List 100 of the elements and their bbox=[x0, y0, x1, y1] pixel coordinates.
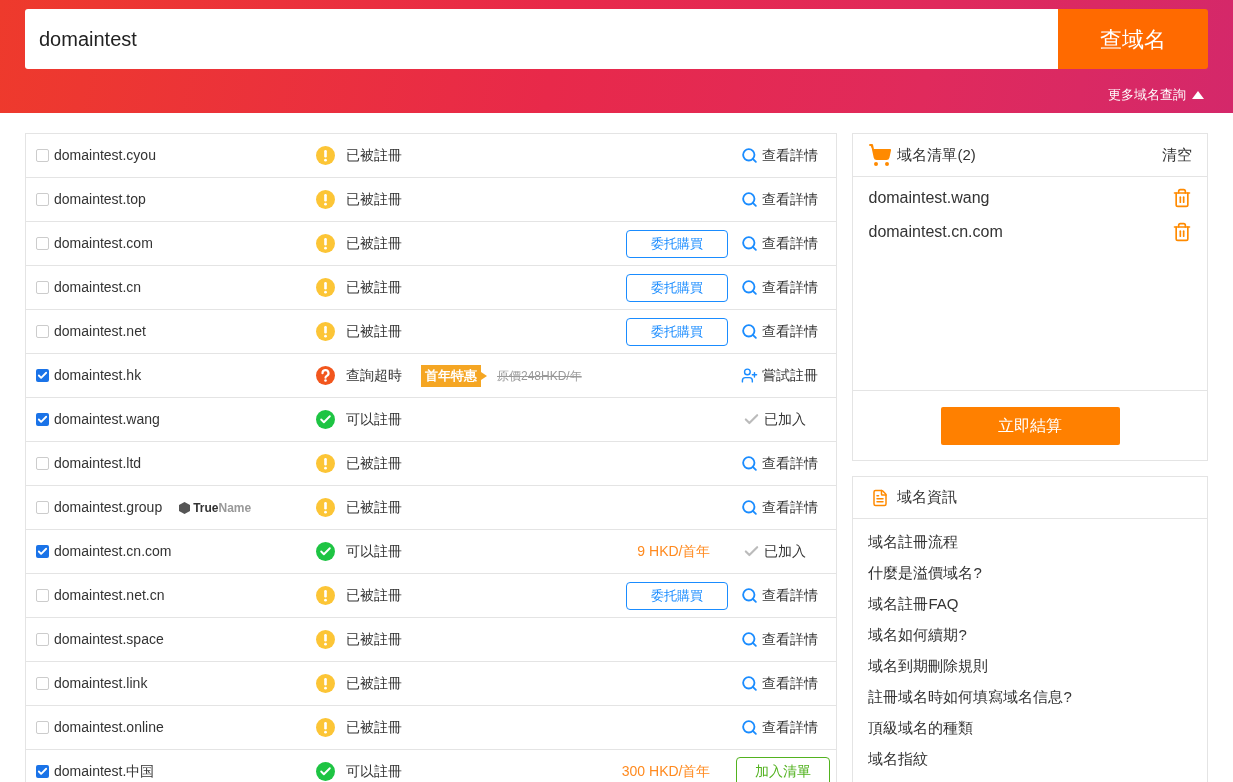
original-price: 原價248HKD/年 bbox=[497, 367, 582, 385]
checkbox[interactable] bbox=[36, 721, 49, 734]
cart-icon bbox=[868, 143, 893, 167]
checkbox[interactable] bbox=[36, 457, 49, 470]
warning-icon bbox=[316, 498, 335, 517]
search-icon bbox=[741, 499, 759, 516]
view-details-link[interactable]: 查看詳情 bbox=[762, 497, 819, 518]
hexagon-icon bbox=[179, 501, 191, 514]
checkbox[interactable] bbox=[36, 501, 49, 514]
cart-domain: domaintest.wang bbox=[868, 188, 990, 208]
view-details-link[interactable]: 查看詳情 bbox=[762, 277, 819, 298]
warning-icon bbox=[316, 674, 335, 693]
status-text: 已被註冊 bbox=[346, 234, 402, 253]
cart-domain: domaintest.cn.com bbox=[868, 222, 1003, 242]
search-field[interactable]: domaintest bbox=[25, 9, 1058, 69]
more-search-link[interactable]: 更多域名查詢 bbox=[1108, 85, 1204, 105]
search-icon bbox=[741, 587, 759, 604]
price: 9 HKD/首年 bbox=[637, 542, 711, 561]
status-text: 可以註冊 bbox=[346, 542, 402, 561]
info-link[interactable]: 頂級域名的種類 bbox=[868, 713, 1192, 744]
domain-name: domaintest.hk bbox=[54, 366, 142, 385]
warning-icon bbox=[316, 586, 335, 605]
view-details-link[interactable]: 查看詳情 bbox=[762, 629, 819, 650]
view-details-link[interactable]: 查看詳情 bbox=[762, 189, 819, 210]
info-link[interactable]: 域名如何續期? bbox=[868, 620, 1192, 651]
search-icon bbox=[741, 279, 759, 296]
price: 300 HKD/首年 bbox=[621, 762, 711, 781]
domain-name: domaintest.top bbox=[54, 190, 146, 209]
checkbox[interactable] bbox=[36, 325, 49, 338]
view-details-link[interactable]: 查看詳情 bbox=[762, 145, 819, 166]
domain-name: domaintest.net bbox=[54, 322, 146, 341]
search-icon bbox=[741, 631, 759, 648]
domain-name: domaintest.中国 bbox=[54, 762, 155, 781]
domain-name: domaintest.com bbox=[54, 234, 153, 253]
checkbox[interactable] bbox=[36, 149, 49, 162]
domain-name: domaintest.online bbox=[54, 718, 164, 737]
view-details-link[interactable]: 查看詳情 bbox=[762, 233, 819, 254]
checkbox[interactable] bbox=[36, 413, 49, 426]
trash-icon[interactable] bbox=[1172, 222, 1192, 242]
info-link[interactable]: 域名到期刪除規則 bbox=[868, 651, 1192, 682]
status-text: 已被註冊 bbox=[346, 278, 402, 297]
checkbox[interactable] bbox=[36, 677, 49, 690]
search-icon bbox=[741, 719, 759, 736]
broker-purchase-button[interactable]: 委托購買 bbox=[626, 317, 729, 346]
checkbox[interactable] bbox=[36, 633, 49, 646]
status-text: 已被註冊 bbox=[346, 322, 402, 341]
warning-icon bbox=[316, 146, 335, 165]
info-link[interactable]: 域名指紋 bbox=[868, 744, 1192, 775]
search-icon bbox=[741, 147, 759, 164]
status-text: 可以註冊 bbox=[346, 410, 402, 429]
checkbox[interactable] bbox=[36, 369, 49, 382]
caret-up-icon bbox=[1192, 90, 1204, 99]
broker-purchase-button[interactable]: 委托購買 bbox=[626, 581, 729, 610]
clear-link[interactable]: 清空 bbox=[1162, 143, 1192, 167]
status-text: 已被註冊 bbox=[346, 718, 402, 737]
status-text: 查詢超時 bbox=[346, 366, 402, 385]
added-label: 已加入 bbox=[764, 410, 807, 429]
info-link[interactable]: 註冊域名時如何填寫域名信息? bbox=[868, 682, 1192, 713]
info-link[interactable]: 域名註冊流程 bbox=[868, 527, 1192, 558]
domain-name: domaintest.ltd bbox=[54, 454, 142, 473]
domain-name: domaintest.space bbox=[54, 630, 164, 649]
warning-icon bbox=[316, 278, 335, 297]
view-details-link[interactable]: 查看詳情 bbox=[762, 585, 819, 606]
question-icon bbox=[316, 366, 335, 385]
added-label: 已加入 bbox=[764, 542, 807, 561]
checkbox[interactable] bbox=[36, 589, 49, 602]
view-details-link[interactable]: 查看詳情 bbox=[762, 717, 819, 738]
search-icon bbox=[741, 235, 759, 252]
warning-icon bbox=[316, 234, 335, 253]
broker-purchase-button[interactable]: 委托購買 bbox=[626, 229, 729, 258]
checkbox[interactable] bbox=[36, 765, 49, 778]
search-icon bbox=[741, 191, 759, 208]
try-register-link[interactable]: 嘗試註冊 bbox=[762, 365, 819, 386]
user-plus-icon bbox=[741, 367, 759, 384]
view-details-link[interactable]: 查看詳情 bbox=[762, 453, 819, 474]
status-text: 已被註冊 bbox=[346, 454, 402, 473]
checkbox[interactable] bbox=[36, 281, 49, 294]
trash-icon[interactable] bbox=[1172, 188, 1192, 208]
checkbox[interactable] bbox=[36, 545, 49, 558]
search-icon bbox=[741, 323, 759, 340]
domain-name: domaintest.group bbox=[54, 498, 163, 517]
checkbox[interactable] bbox=[36, 237, 49, 250]
domain-name: domaintest.cn bbox=[54, 278, 142, 297]
warning-icon bbox=[316, 718, 335, 737]
broker-purchase-button[interactable]: 委托購買 bbox=[626, 273, 729, 302]
status-text: 已被註冊 bbox=[346, 586, 402, 605]
view-details-link[interactable]: 查看詳情 bbox=[762, 673, 819, 694]
status-text: 已被註冊 bbox=[346, 674, 402, 693]
domain-name: domaintest.net.cn bbox=[54, 586, 165, 605]
checkbox[interactable] bbox=[36, 193, 49, 206]
info-link[interactable]: 什麼是溢價域名? bbox=[868, 558, 1192, 589]
status-text: 已被註冊 bbox=[346, 630, 402, 649]
info-link[interactable]: 域名註冊FAQ bbox=[868, 589, 1192, 620]
warning-icon bbox=[316, 322, 335, 341]
domain-name: domaintest.link bbox=[54, 674, 148, 693]
view-details-link[interactable]: 查看詳情 bbox=[762, 321, 819, 342]
search-icon bbox=[741, 675, 759, 692]
warning-icon bbox=[316, 190, 335, 209]
domain-name: domaintest.wang bbox=[54, 410, 160, 429]
status-text: 已被註冊 bbox=[346, 498, 402, 517]
